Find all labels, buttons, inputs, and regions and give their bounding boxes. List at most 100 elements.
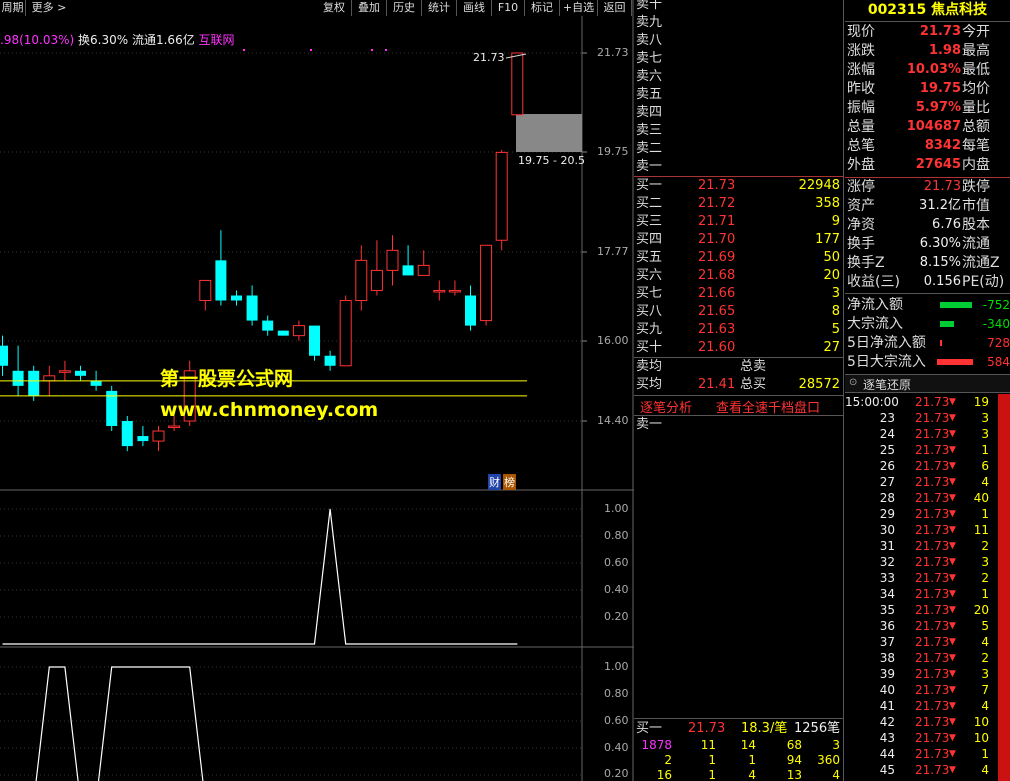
queue-cell: 2: [664, 753, 672, 767]
tick-volume: 4: [981, 475, 989, 489]
kline-chart[interactable]: [0, 0, 634, 781]
tabs-bar: 逐笔分析 查看全速千档盘口: [634, 395, 844, 416]
stat-label: 外盘: [847, 157, 875, 173]
divider: [845, 21, 1010, 22]
tick-price: 21.73: [915, 651, 950, 665]
down-arrow-icon: ▼: [949, 557, 956, 567]
tick-volume: 1: [981, 747, 989, 761]
tick-price: 21.73: [915, 507, 950, 521]
buy-level-price: 21.60: [698, 340, 736, 355]
candle-body: [75, 370, 86, 376]
flow-bar: [940, 340, 942, 346]
down-arrow-icon: ▼: [949, 653, 956, 663]
axis-label: 0.60: [604, 556, 629, 569]
stat-label: 最低: [962, 62, 990, 78]
axis-label: 1.00: [604, 502, 629, 515]
candle-body: [137, 436, 149, 442]
sell-level-label: 卖三: [636, 123, 663, 138]
queue-cell: 14: [740, 738, 756, 752]
tick-time: 36: [879, 619, 895, 633]
buy-level-volume: 27: [823, 340, 840, 355]
tick-volume: 1: [981, 443, 989, 457]
finance-badge[interactable]: 财: [488, 474, 501, 490]
rank-badge[interactable]: 榜: [503, 474, 516, 490]
tick-time: 37: [879, 635, 895, 649]
fund-label: 流通: [962, 236, 990, 252]
buy-level-volume: 50: [823, 250, 840, 265]
buy-level-price: 21.65: [698, 304, 736, 319]
candle-body: [215, 260, 227, 301]
ticks-header-bar[interactable]: ⊙ 逐笔还原: [845, 374, 1010, 393]
tick-time: 34: [879, 587, 895, 601]
tick-volume: 2: [981, 651, 989, 665]
buy-level-label: 买四: [636, 232, 663, 247]
buy-level-price: 21.70: [698, 232, 736, 247]
flow-label: 5日净流入额: [847, 335, 926, 351]
down-arrow-icon: ▼: [949, 461, 956, 471]
candle-body: [309, 325, 320, 356]
sell-avg-label: 卖均: [636, 359, 663, 374]
tick-volume: 4: [981, 699, 989, 713]
buy-level-volume: 5: [831, 322, 840, 337]
tick-volume: 2: [981, 571, 989, 585]
tick-volume-bar: [998, 394, 1010, 781]
candle-body: [277, 330, 289, 336]
fund-label: 涨停: [847, 179, 875, 195]
tab-full-depth[interactable]: 查看全速千档盘口: [716, 397, 820, 416]
queue-cell: 1: [708, 753, 716, 767]
axis-label: 19.75: [597, 145, 629, 158]
stat-label: 总额: [962, 119, 990, 135]
candle-body: [511, 52, 524, 116]
tick-price: 21.73: [915, 731, 950, 745]
tick-volume: 3: [981, 667, 989, 681]
fund-value: 6.76: [932, 217, 961, 232]
flow-label: 5日大宗流入: [847, 354, 926, 370]
stat-value: 19.75: [919, 81, 961, 96]
candle-body: [43, 375, 56, 382]
queue-cell: 94: [786, 753, 802, 767]
buy-level-label: 买一: [636, 178, 663, 193]
tick-time: 38: [879, 651, 895, 665]
candle-body: [152, 430, 165, 442]
tick-price: 21.73: [915, 747, 950, 761]
tick-price: 21.73: [915, 699, 950, 713]
down-arrow-icon: ▼: [949, 749, 956, 759]
tick-time: 15:00:00: [845, 395, 899, 409]
fund-label: 资产: [847, 198, 875, 214]
tick-volume: 1: [981, 587, 989, 601]
queue-cell: 68: [786, 738, 802, 752]
axis-label: 0.20: [604, 610, 629, 623]
tick-price: 21.73: [915, 491, 950, 505]
buy-level-price: 21.63: [698, 322, 736, 337]
tick-time: 41: [879, 699, 895, 713]
candle-body: [58, 370, 71, 373]
down-arrow-icon: ▼: [949, 493, 956, 503]
down-arrow-icon: ▼: [949, 541, 956, 551]
stat-value: 10.03%: [906, 62, 961, 77]
tick-volume: 2: [981, 539, 989, 553]
fund-value: 21.73: [923, 179, 961, 194]
tick-price: 21.73: [915, 427, 950, 441]
fund-label: 股本: [962, 217, 990, 233]
watermark-url: www.chnmoney.com: [160, 399, 379, 421]
stat-label: 昨收: [847, 81, 875, 97]
tab-tick-analysis[interactable]: 逐笔分析: [640, 397, 692, 416]
order-book-panel: 卖十 卖九 卖八 卖七 卖六 卖五 卖四 卖三 卖二 卖一 买一 21.73 22948 买二 21.72…: [634, 0, 844, 781]
stock-header: 002315 焦点科技: [845, 0, 1010, 20]
tick-volume: 40: [973, 491, 989, 505]
divider: [634, 718, 844, 719]
indicator-line: [2, 508, 518, 645]
tick-volume: 3: [981, 427, 989, 441]
down-arrow-icon: ▼: [949, 717, 956, 727]
candle-body: [465, 295, 476, 326]
divider: [845, 293, 1010, 294]
sell-level-label: 卖九: [636, 15, 663, 30]
buy-level-label: 买五: [636, 250, 663, 265]
flow-value: 584: [987, 355, 1010, 369]
candle-body: [246, 295, 258, 321]
tick-price: 21.73: [915, 587, 950, 601]
bottom-buy1-price: 21.73: [688, 721, 726, 736]
axis-label: 0.20: [604, 767, 629, 780]
tick-time: 25: [879, 443, 895, 457]
stat-value: 27645: [915, 157, 961, 172]
